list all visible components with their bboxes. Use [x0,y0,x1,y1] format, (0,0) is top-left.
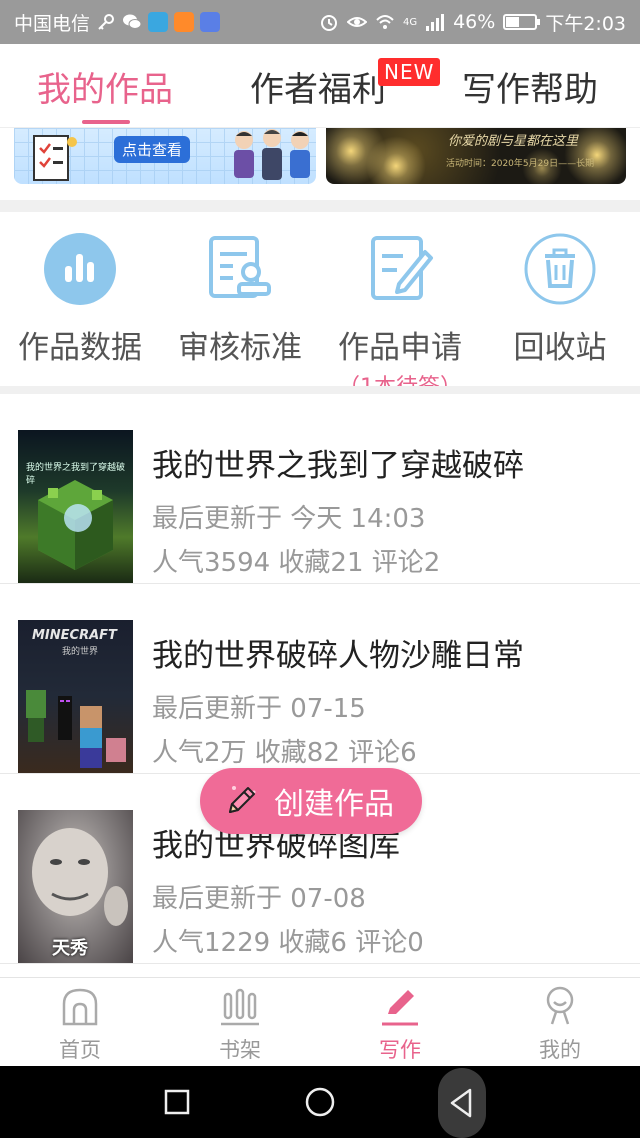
tab-writing-help[interactable]: 写作帮助 [462,62,598,111]
nav-home[interactable]: 首页 [0,984,160,1064]
nav-write[interactable]: 写作 [320,984,480,1064]
work-title: 我的世界破碎人物沙雕日常 [152,638,524,674]
nav-label: 书架 [219,1038,261,1062]
banner-subtitle: 活动时间：2020年5月29日——长期 [446,159,595,169]
tool-label: 审核标准 [178,330,302,366]
work-updated: 最后更新于 07-08 [152,884,366,914]
minecraft-world-cover-art [38,480,113,570]
eye-icon [346,17,367,27]
nav-label: 我的 [539,1038,581,1062]
nav-bookshelf[interactable]: 书架 [160,984,320,1064]
cover-subcaption: 我的世界 [62,647,99,657]
tool-review-standard[interactable]: 审核标准 [160,226,320,367]
top-tab-bar: 我的作品 作者福利 写作帮助 [0,44,640,128]
section-divider [0,386,640,394]
key-icon [98,14,115,30]
battery-fill [506,17,520,27]
telegram-icon [148,12,169,32]
banner-title: 你爱的剧与星都在这里 [448,134,579,149]
battery-icon [503,14,541,30]
review-standard-icon [209,236,271,298]
banner-carousel: 点击查看 你爱的剧与星都在这里 活动时间：2020年5月29日——长期 [0,128,640,194]
banner-view-button[interactable]: 点击查看 [114,136,191,163]
recent-apps-button[interactable] [142,1066,212,1138]
circle-icon [305,1087,335,1117]
pencil-icon [229,786,256,813]
clock: 下午2:03 [545,12,626,35]
tool-works-apply[interactable]: 作品申请 （1本待签） [320,226,480,401]
nav-label: 写作 [379,1038,421,1062]
work-cover: 我的世界之我到了穿越破碎 [18,430,133,583]
cover-caption: MINECRAFT [32,628,117,643]
tool-label: 回收站 [513,330,607,366]
back-button[interactable] [438,1068,486,1138]
create-work-button[interactable]: 创建作品 [200,768,422,834]
work-updated: 最后更新于 今天 14:03 [152,504,426,534]
trash-icon [524,233,596,305]
music-app-icon [200,12,221,32]
cover-caption: 我的世界之我到了穿越破碎 [26,463,126,486]
work-updated: 最后更新于 07-15 [152,694,366,724]
bar-chart-icon [44,233,116,305]
home-icon [62,988,98,1026]
tab-my-works[interactable]: 我的作品 [37,62,173,111]
wifi-icon [376,15,394,29]
section-divider [0,200,640,212]
profile-icon [546,986,574,1025]
signal-icon [426,14,445,31]
work-item[interactable]: 我的世界之我到了穿越破碎 我的世界之我到了穿越破碎 最后更新于 今天 14:03… [0,394,640,584]
create-work-label: 创建作品 [274,787,394,822]
banner-right[interactable]: 你爱的剧与星都在这里 活动时间：2020年5月29日——长期 [326,128,626,184]
work-stats: 人气3594 收藏21 评论2 [152,548,441,578]
edit-form-icon [371,236,433,300]
checklist-illustration-icon [33,135,77,181]
alarm-icon [320,15,337,31]
network-type-label: 4G [402,16,418,28]
video-app-icon [174,12,195,32]
home-button[interactable] [285,1066,355,1138]
nav-label: 首页 [59,1038,101,1062]
work-cover: 天秀 [18,810,133,963]
cartoon-people-illustration [234,129,310,180]
work-item[interactable]: MINECRAFT 我的世界 我的世界破碎人物沙雕日常 最后更新于 07-15 … [0,584,640,774]
tab-author-benefits[interactable]: 作者福利 [250,62,386,111]
active-tab-indicator [82,120,130,124]
cover-caption: 天秀 [52,938,88,959]
work-cover: MINECRAFT 我的世界 [18,620,133,773]
work-stats: 人气2万 收藏82 评论6 [152,738,417,768]
tool-recycle-bin[interactable]: 回收站 [480,226,640,367]
new-badge: NEW [378,58,441,86]
banner-left[interactable]: 点击查看 [14,128,316,184]
back-triangle-icon [450,1088,472,1118]
work-title: 我的世界之我到了穿越破碎 [152,448,524,484]
write-icon [382,990,418,1026]
system-nav-bar [0,1066,640,1138]
carrier-label: 中国电信 [14,12,91,35]
nav-profile[interactable]: 我的 [480,984,640,1064]
app-screen: 中国电信 4G 46% 下午2:03 我的作品 作者福利 写作帮助 NEW 点击… [0,0,640,1138]
tool-works-data[interactable]: 作品数据 [0,226,160,367]
work-stats: 人气1229 收藏6 评论0 [152,928,424,958]
tool-label: 作品数据 [18,330,142,366]
bottom-nav: 首页 书架 写作 我的 [0,977,640,1066]
bookshelf-icon [221,988,259,1026]
square-icon [164,1089,190,1115]
battery-percent: 46% [453,11,496,33]
tool-grid: 作品数据 审核标准 作品申请 （1本待签） [0,212,640,400]
tool-label: 作品申请 [338,330,462,366]
wechat-icon [123,14,142,29]
status-bar: 中国电信 4G 46% 下午2:03 [0,0,640,44]
